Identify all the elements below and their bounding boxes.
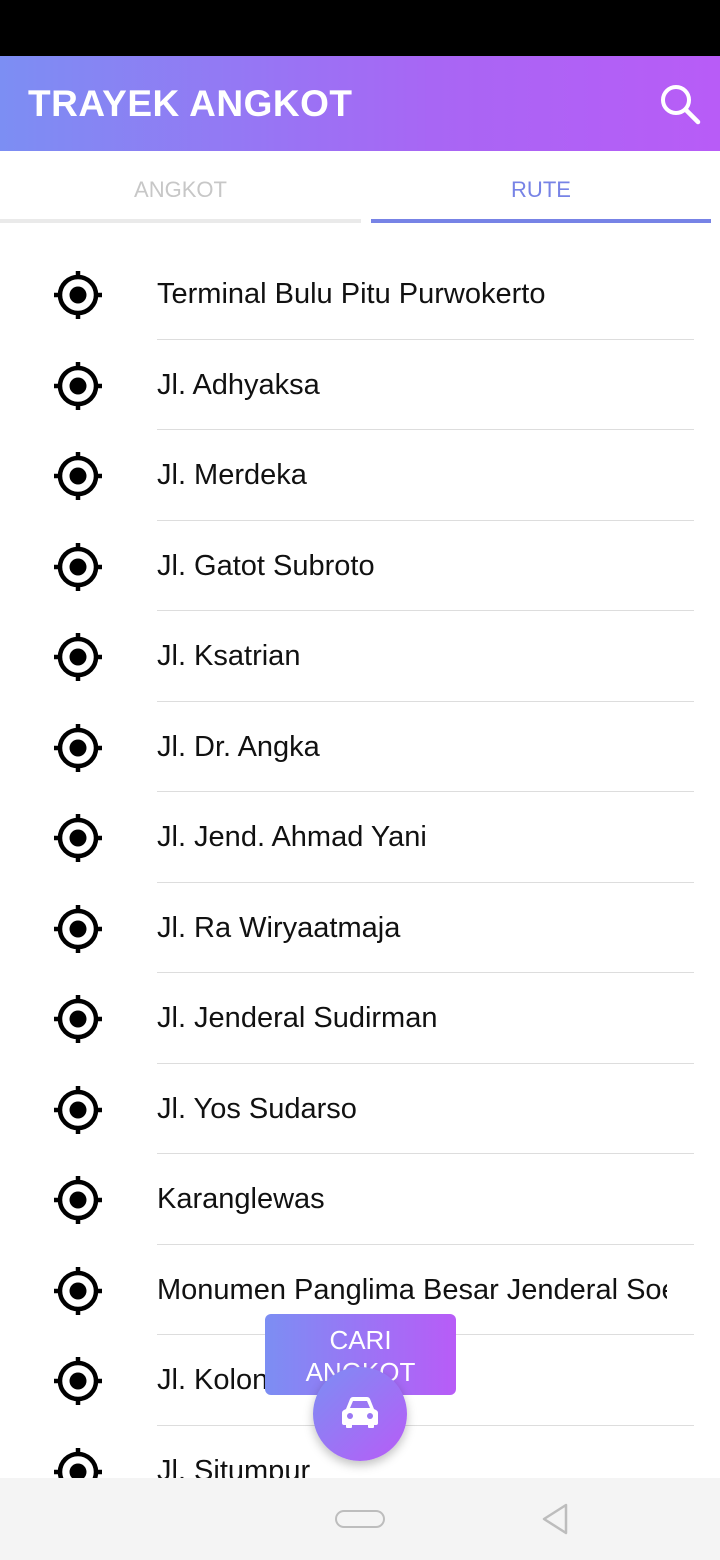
list-item[interactable]: Jl. Dr. Angka xyxy=(0,702,720,792)
route-label: Terminal Bulu Pitu Purwokerto xyxy=(157,278,546,310)
list-item[interactable]: Jl. Yos Sudarso xyxy=(0,1064,720,1154)
app-bar: TRAYEK ANGKOT xyxy=(0,56,720,151)
back-triangle-icon[interactable] xyxy=(540,1503,570,1535)
location-target-icon xyxy=(53,813,103,863)
tab-rute[interactable]: RUTE xyxy=(371,151,711,221)
search-icon[interactable] xyxy=(656,80,704,128)
home-button-icon[interactable] xyxy=(335,1510,385,1528)
location-target-icon xyxy=(53,723,103,773)
route-label: Jl. Dr. Angka xyxy=(157,730,320,763)
status-bar xyxy=(0,0,720,56)
list-item[interactable]: Jl. Ra Wiryaatmaja xyxy=(0,883,720,973)
location-target-icon xyxy=(53,1447,103,1478)
route-label: Jl. Ra Wiryaatmaja xyxy=(157,911,401,944)
route-label: Jl. Gatot Subroto xyxy=(157,549,375,582)
list-item[interactable]: Terminal Bulu Pitu Purwokerto xyxy=(0,249,720,340)
list-item[interactable]: Jl. Jenderal Sudirman xyxy=(0,973,720,1064)
find-angkot-button[interactable] xyxy=(313,1367,407,1461)
location-target-icon xyxy=(53,542,103,592)
route-label: Jl. Merdeka xyxy=(157,459,307,491)
location-target-icon xyxy=(53,451,103,501)
tab-angkot[interactable]: ANGKOT xyxy=(0,151,361,221)
route-label: Jl. Adhyaksa xyxy=(157,368,320,401)
app-title: TRAYEK ANGKOT xyxy=(28,83,353,124)
location-target-icon xyxy=(53,994,103,1044)
location-target-icon xyxy=(53,1085,103,1135)
route-label: Karanglewas xyxy=(157,1183,325,1215)
list-item[interactable]: Karanglewas xyxy=(0,1154,720,1245)
route-label: Jl. Jend. Ahmad Yani xyxy=(157,821,427,853)
fab-tooltip-line1: CARI xyxy=(329,1325,392,1355)
location-target-icon xyxy=(53,1175,103,1225)
tab-angkot-underline xyxy=(0,219,361,223)
route-label: Jl. Yos Sudarso xyxy=(157,1092,357,1125)
list-item[interactable]: Jl. Merdeka xyxy=(0,430,720,521)
list-item[interactable]: Jl. Gatot Subroto xyxy=(0,521,720,611)
route-list[interactable]: Terminal Bulu Pitu Purwokerto Jl. Adhyak… xyxy=(0,249,720,1478)
location-target-icon xyxy=(53,904,103,954)
list-item[interactable]: Jl. Adhyaksa xyxy=(0,340,720,430)
location-target-icon xyxy=(53,1266,103,1316)
list-item[interactable]: Jl. Jend. Ahmad Yani xyxy=(0,792,720,883)
route-label: Jl. Jenderal Sudirman xyxy=(157,1002,438,1034)
location-target-icon xyxy=(53,270,103,320)
location-target-icon xyxy=(53,1356,103,1406)
location-target-icon xyxy=(53,361,103,411)
car-icon xyxy=(340,1395,380,1434)
tab-rute-indicator xyxy=(371,219,711,223)
location-target-icon xyxy=(53,632,103,682)
system-nav-bar xyxy=(0,1478,720,1560)
list-item[interactable]: Jl. Ksatrian xyxy=(0,611,720,702)
route-label: Jl. Situmpur xyxy=(157,1454,311,1479)
tab-bar: ANGKOT RUTE xyxy=(0,151,720,225)
route-label: Jl. Ksatrian xyxy=(157,640,301,672)
